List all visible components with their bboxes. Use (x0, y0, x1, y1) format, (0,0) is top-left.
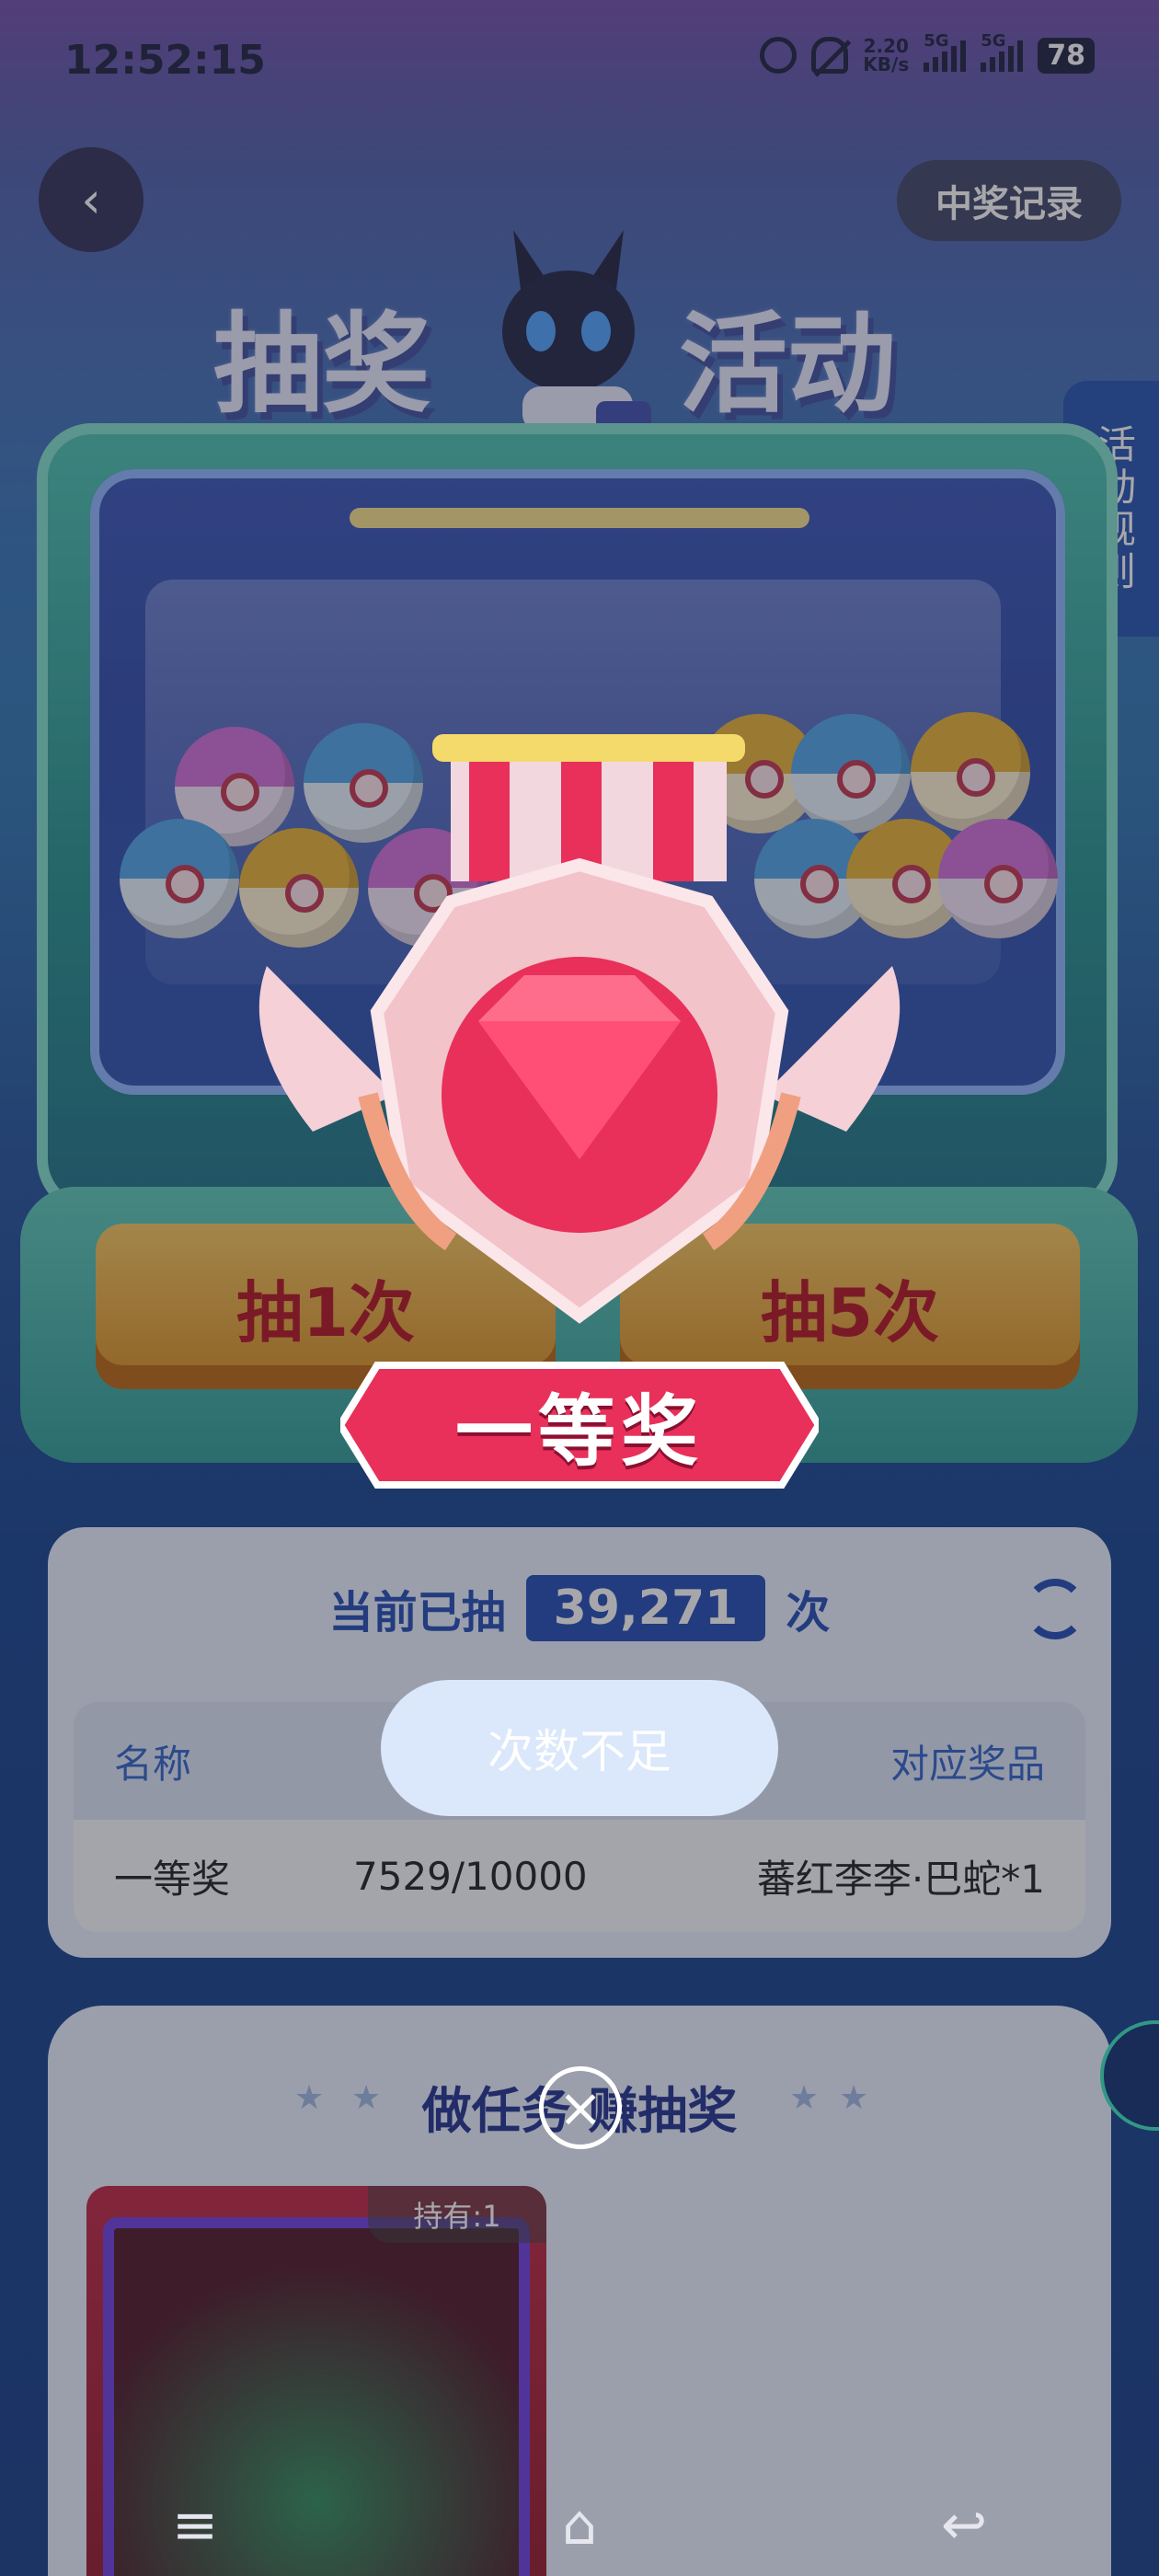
back-nav-icon[interactable]: ↩ (941, 2493, 987, 2558)
home-icon[interactable]: ⌂ (562, 2493, 597, 2558)
lottery-page: 12:52:15 2.20 KB/s 5G 5G 78 ‹ 中奖记录 抽奖 活动 … (0, 0, 1159, 2576)
system-nav-bar: ≡ ⌂ ↩ (0, 2475, 1159, 2576)
close-icon[interactable]: × (539, 2066, 622, 2149)
toast-message: 次数不足 (381, 1680, 778, 1816)
prize-label: 一等奖 (454, 1386, 704, 1477)
menu-icon[interactable]: ≡ (172, 2493, 218, 2558)
